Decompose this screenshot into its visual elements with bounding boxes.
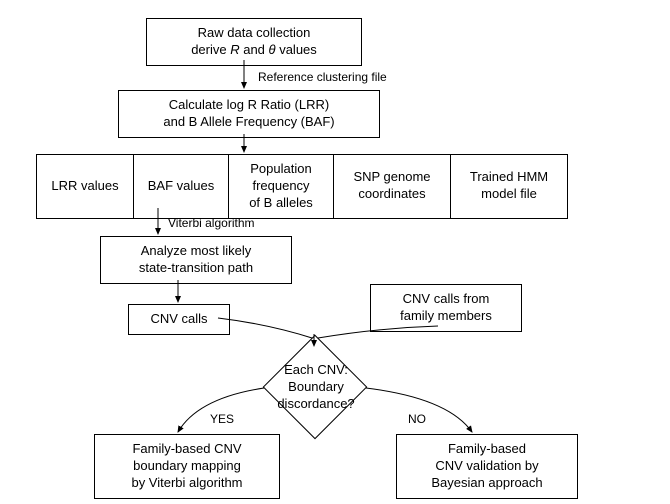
text: Calculate log R Ratio (LRR) <box>169 97 329 112</box>
node-family-validation: Family-based CNV validation by Bayesian … <box>396 434 578 499</box>
text: and B Allele Frequency (BAF) <box>163 114 334 129</box>
node-family-calls: CNV calls from family members <box>370 284 522 332</box>
text: derive R and θ values <box>191 42 317 57</box>
text: Analyze most likely <box>141 243 252 258</box>
text: Family-based CNV <box>132 441 241 456</box>
label-yes: YES <box>210 412 234 426</box>
row-inputs: LRR values BAF values Populationfrequenc… <box>36 154 568 219</box>
label-no: NO <box>408 412 426 426</box>
cell-population: Populationfrequencyof B alleles <box>229 155 334 218</box>
cell-lrr: LRR values <box>37 155 134 218</box>
node-family-boundary: Family-based CNV boundary mapping by Vit… <box>94 434 280 499</box>
label-reference: Reference clustering file <box>258 70 387 84</box>
node-analyze: Analyze most likely state-transition pat… <box>100 236 292 284</box>
node-calculate: Calculate log R Ratio (LRR) and B Allele… <box>118 90 380 138</box>
cell-snp: SNP genomecoordinates <box>334 155 451 218</box>
text: by Viterbi algorithm <box>131 475 242 490</box>
label-viterbi: Viterbi algorithm <box>168 216 254 230</box>
text: state-transition path <box>139 260 253 275</box>
node-raw-data: Raw data collection derive R and θ value… <box>146 18 362 66</box>
text: Raw data collection <box>198 25 311 40</box>
diamond-text: Each CNV: Boundary discordance? <box>236 362 396 413</box>
text: family members <box>400 308 492 323</box>
cell-hmm: Trained HMMmodel file <box>451 155 567 218</box>
text: Family-based <box>448 441 526 456</box>
text: boundary mapping <box>133 458 241 473</box>
text: Bayesian approach <box>431 475 542 490</box>
cell-baf: BAF values <box>134 155 229 218</box>
text: CNV calls from <box>403 291 490 306</box>
node-cnv-calls: CNV calls <box>128 304 230 335</box>
text: CNV validation by <box>435 458 538 473</box>
